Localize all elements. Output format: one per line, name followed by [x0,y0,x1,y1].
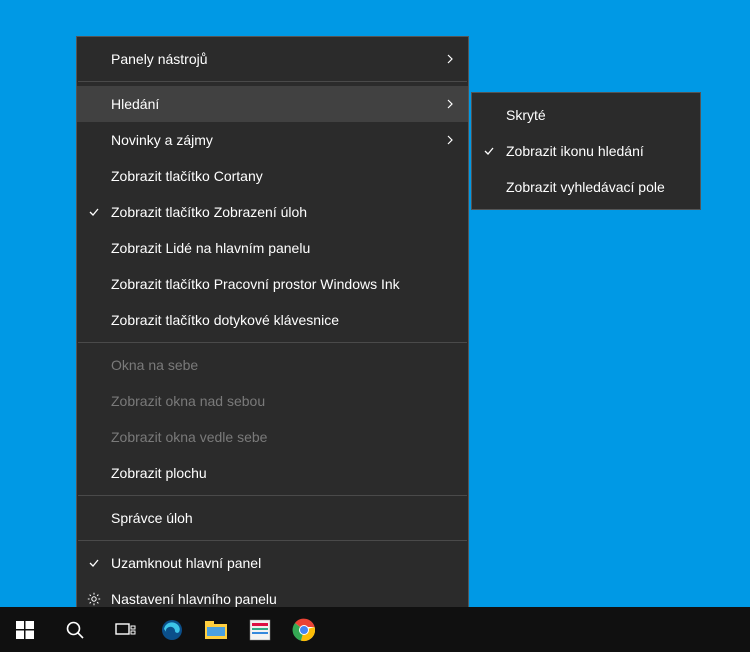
taskbar-app-chrome[interactable] [282,607,326,652]
check-icon [87,205,101,219]
menu-item-label: Zobrazit tlačítko Cortany [111,168,456,184]
submenu-item-show-box[interactable]: Zobrazit vyhledávací pole [472,169,700,205]
menu-item-taskview[interactable]: Zobrazit tlačítko Zobrazení úloh [77,194,468,230]
menu-item-label: Zobrazit tlačítko Zobrazení úloh [111,204,456,220]
menu-item-label: Zobrazit okna vedle sebe [111,429,456,445]
search-button[interactable] [50,607,100,652]
menu-item-sidebyside: Zobrazit okna vedle sebe [77,419,468,455]
chevron-right-icon [444,53,456,65]
menu-item-lock-taskbar[interactable]: Uzamknout hlavní panel [77,545,468,581]
menu-item-label: Hledání [111,96,444,112]
menu-item-people[interactable]: Zobrazit Lidé na hlavním panelu [77,230,468,266]
menu-item-toolbars[interactable]: Panely nástrojů [77,41,468,77]
check-icon [87,556,101,570]
menu-item-cascade: Okna na sebe [77,347,468,383]
taskview-icon [114,621,136,639]
menu-item-label: Novinky a zájmy [111,132,444,148]
menu-item-label: Nastavení hlavního panelu [111,591,456,607]
taskbar [0,607,750,652]
menu-item-touch-keyboard[interactable]: Zobrazit tlačítko dotykové klávesnice [77,302,468,338]
edge-icon [160,618,184,642]
menu-item-search[interactable]: Hledání [77,86,468,122]
menu-item-label: Okna na sebe [111,357,456,373]
menu-item-label: Zobrazit vyhledávací pole [506,179,688,195]
menu-separator [78,342,467,343]
menu-item-news[interactable]: Novinky a zájmy [77,122,468,158]
menu-item-stacked: Zobrazit okna nad sebou [77,383,468,419]
chrome-icon [292,618,316,642]
taskbar-app-explorer[interactable] [194,607,238,652]
menu-separator [78,495,467,496]
menu-item-label: Správce úloh [111,510,456,526]
app-icon [249,619,271,641]
menu-item-show-desktop[interactable]: Zobrazit plochu [77,455,468,491]
menu-item-label: Zobrazit ikonu hledání [506,143,688,159]
menu-separator [78,540,467,541]
taskview-button[interactable] [100,607,150,652]
menu-item-task-manager[interactable]: Správce úloh [77,500,468,536]
menu-separator [78,81,467,82]
menu-item-label: Uzamknout hlavní panel [111,555,456,571]
search-submenu: Skryté Zobrazit ikonu hledání Zobrazit v… [471,92,701,210]
menu-item-label: Zobrazit tlačítko Pracovní prostor Windo… [111,276,456,292]
menu-item-label: Skryté [506,107,688,123]
folder-icon [204,619,228,641]
taskbar-app-edge[interactable] [150,607,194,652]
menu-item-label: Zobrazit okna nad sebou [111,393,456,409]
start-button[interactable] [0,607,50,652]
chevron-right-icon [444,98,456,110]
taskbar-app-generic[interactable] [238,607,282,652]
submenu-item-hidden[interactable]: Skryté [472,97,700,133]
menu-item-cortana[interactable]: Zobrazit tlačítko Cortany [77,158,468,194]
menu-item-label: Zobrazit tlačítko dotykové klávesnice [111,312,456,328]
menu-item-label: Zobrazit Lidé na hlavním panelu [111,240,456,256]
gear-icon [87,592,101,606]
menu-item-label: Panely nástrojů [111,51,444,67]
search-icon [65,620,85,640]
windows-icon [16,621,34,639]
check-icon [482,144,496,158]
menu-item-label: Zobrazit plochu [111,465,456,481]
menu-item-windows-ink[interactable]: Zobrazit tlačítko Pracovní prostor Windo… [77,266,468,302]
chevron-right-icon [444,134,456,146]
taskbar-context-menu: Panely nástrojů Hledání Novinky a zájmy … [76,36,469,622]
submenu-item-show-icon[interactable]: Zobrazit ikonu hledání [472,133,700,169]
